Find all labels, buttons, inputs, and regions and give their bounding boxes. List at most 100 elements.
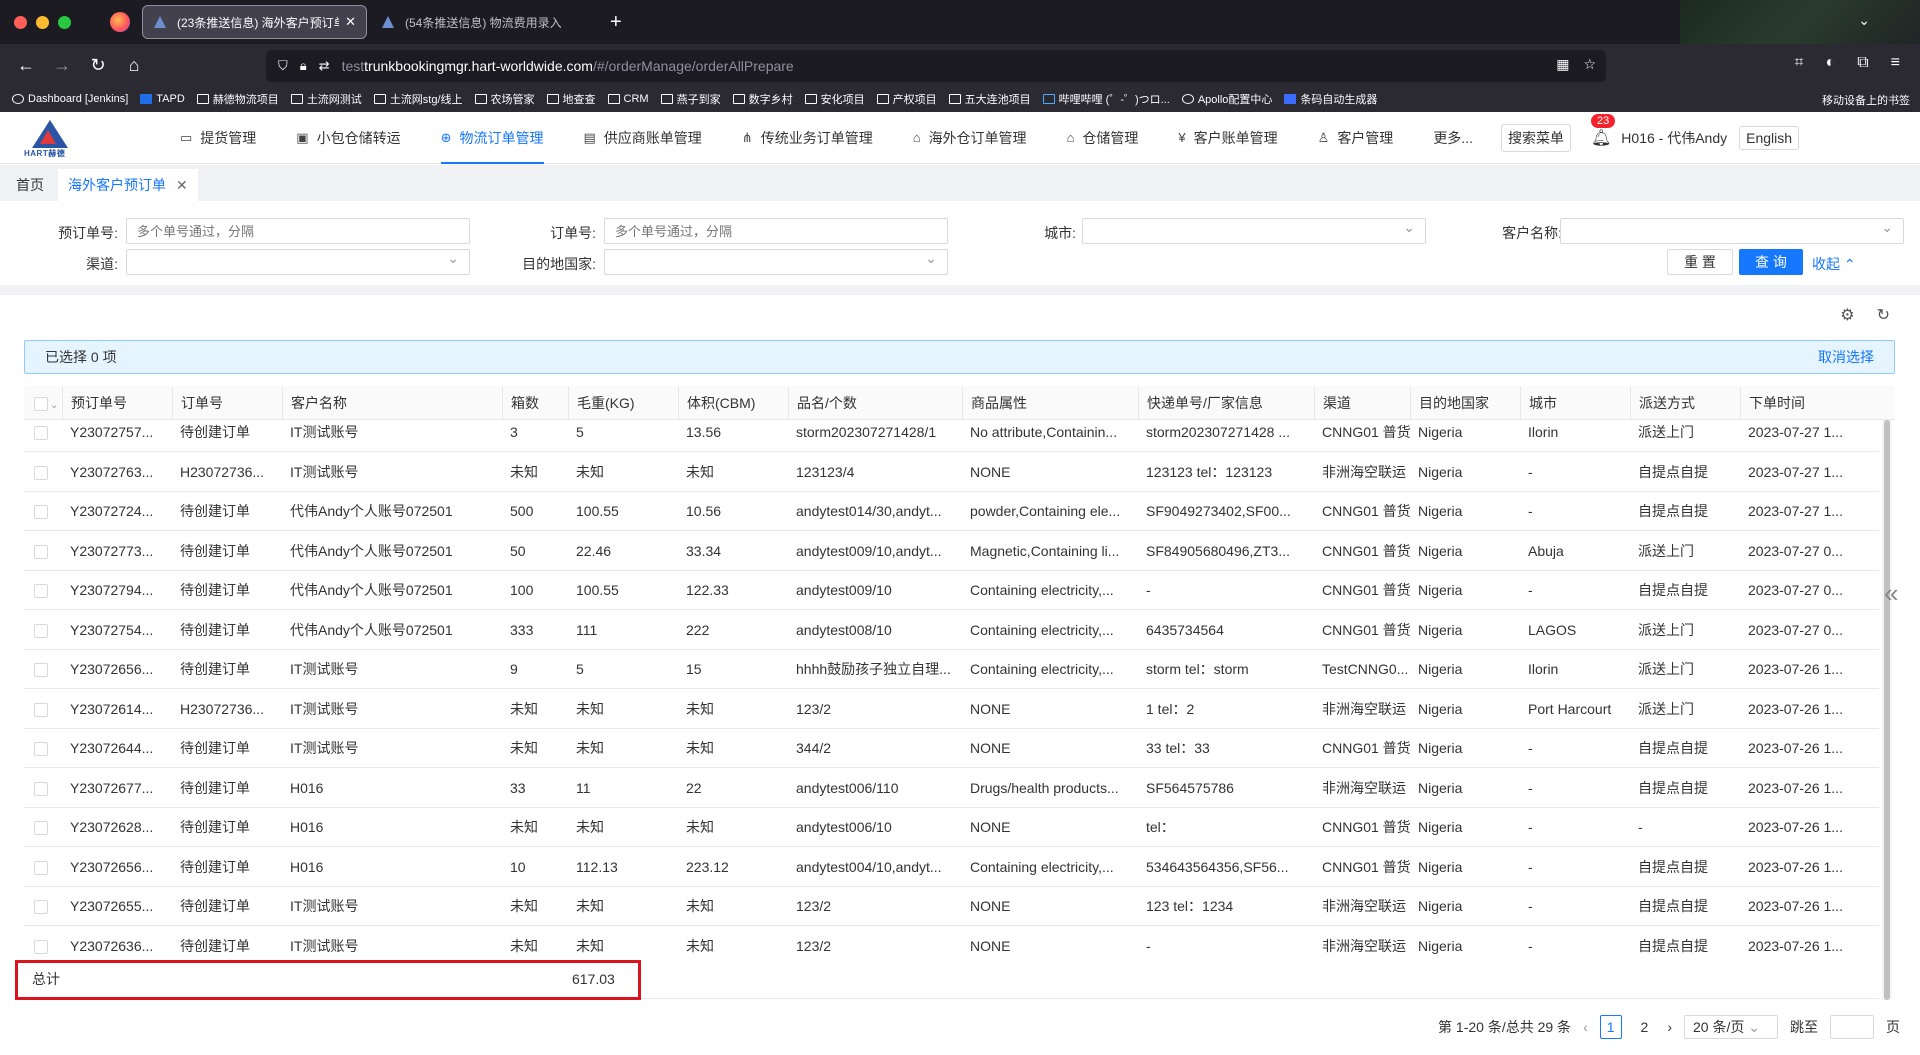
bookmark-folder[interactable]: 安化项目	[804, 91, 865, 107]
checkbox[interactable]	[34, 505, 48, 520]
bookmark-item[interactable]: 哔哩哔哩 (゜-゜)つロ...	[1042, 91, 1170, 107]
column-header[interactable]: 箱数	[502, 386, 568, 420]
jump-page-input[interactable]	[1830, 1015, 1874, 1039]
row-checkbox[interactable]	[24, 848, 62, 887]
table-row[interactable]: Y23072614... H23072736... IT测试账号 未知 未知 未知 123/…	[24, 690, 1879, 729]
hart-logo[interactable]: HART赫德	[20, 118, 80, 158]
maximize-window-button[interactable]	[58, 15, 71, 29]
checkbox[interactable]	[34, 860, 48, 875]
bookmark-folder[interactable]: CRM	[607, 93, 649, 105]
close-icon[interactable]: ✕	[345, 14, 356, 30]
tab-home[interactable]: 首页	[6, 169, 54, 201]
page-2-button[interactable]: 2	[1634, 1015, 1656, 1039]
tab-overseas-prebooking[interactable]: 海外客户预订单 ✕	[58, 169, 198, 201]
back-arrow-icon[interactable]: ←	[8, 55, 44, 76]
row-checkbox[interactable]	[24, 532, 62, 571]
table-row[interactable]: Y23072656... 待创建订单 IT测试账号 9 5 15 hhhh鼓励孩子独立自理.…	[24, 650, 1879, 689]
column-header[interactable]: 下单时间	[1740, 386, 1895, 420]
reload-icon[interactable]: ↻	[80, 55, 116, 76]
checkbox[interactable]	[34, 702, 48, 717]
checkbox[interactable]	[34, 781, 48, 796]
bookmark-item[interactable]: 条码自动生成器	[1284, 91, 1377, 107]
row-checkbox[interactable]	[24, 420, 62, 452]
bookmark-star-icon[interactable]: ☆	[1583, 56, 1596, 73]
checkbox[interactable]	[34, 623, 48, 638]
menu-item-customer-bills[interactable]: ¥ 客户账单管理	[1178, 112, 1277, 164]
screenshot-icon[interactable]: ⌗	[1795, 54, 1804, 72]
checkbox[interactable]	[34, 821, 48, 836]
row-checkbox[interactable]	[24, 453, 62, 492]
notification-bell-icon[interactable]: 🔔︎ 23	[1590, 113, 1616, 148]
search-menu-button[interactable]: 搜索菜单	[1500, 123, 1571, 152]
row-checkbox[interactable]	[24, 769, 62, 808]
table-row[interactable]: Y23072754... 待创建订单 代伟Andy个人账号072501 333 111 2…	[24, 611, 1879, 650]
row-checkbox[interactable]	[24, 927, 62, 958]
customer-select[interactable]	[1560, 218, 1904, 244]
row-checkbox[interactable]	[24, 690, 62, 729]
column-header[interactable]: 预订单号	[62, 386, 172, 420]
checkbox[interactable]	[34, 397, 48, 412]
row-checkbox[interactable]	[24, 611, 62, 650]
checkbox[interactable]	[34, 584, 48, 599]
browser-tab-inactive[interactable]: (54条推送信息) 物流费用录入	[371, 5, 596, 39]
column-header[interactable]: 派送方式	[1630, 386, 1740, 420]
bookmark-item[interactable]: Dashboard [Jenkins]	[12, 93, 128, 105]
bookmark-item[interactable]: TAPD	[140, 93, 185, 105]
column-header[interactable]: 体积(CBM)	[678, 386, 788, 420]
page-1-button[interactable]: 1	[1599, 1015, 1622, 1039]
column-header[interactable]: 毛重(KG)	[568, 386, 678, 420]
column-header[interactable]: 商品属性	[962, 386, 1138, 420]
row-checkbox[interactable]	[24, 492, 62, 531]
country-select[interactable]	[604, 249, 948, 275]
checkbox[interactable]	[34, 544, 48, 559]
channel-select[interactable]	[126, 249, 470, 275]
table-row[interactable]: Y23072636... 待创建订单 IT测试账号 未知 未知 未知 123/2 NONE - 非…	[24, 927, 1879, 958]
reset-button[interactable]: 重 置	[1667, 249, 1733, 275]
url-bar[interactable]: ⛉ 🔒︎ ⇄ test trunkbookingmgr.hart-worldwid…	[266, 50, 1606, 82]
bookmark-folder[interactable]: 五大连池项目	[948, 91, 1031, 107]
bookmark-folder[interactable]: 土流网测试	[290, 91, 362, 107]
table-row[interactable]: Y23072773... 待创建订单 代伟Andy个人账号072501 50 22.46…	[24, 532, 1879, 571]
qr-code-icon[interactable]: ▦	[1556, 56, 1569, 73]
checkbox[interactable]	[34, 939, 48, 954]
table-row[interactable]: Y23072677... 待创建订单 H016 33 11 22 andytest006/1…	[24, 769, 1879, 808]
select-all-checkbox[interactable]: ⌄	[24, 386, 62, 420]
new-tab-button[interactable]: +	[600, 11, 632, 34]
menu-icon[interactable]: ≡	[1891, 54, 1900, 72]
table-row[interactable]: Y23072628... 待创建订单 H016 未知 未知 未知 andytest006/1…	[24, 808, 1879, 847]
bookmark-folder[interactable]: 赫德物流项目	[196, 91, 279, 107]
column-header[interactable]: 品名/个数	[788, 386, 962, 420]
bookmark-item[interactable]: Apollo配置中心	[1181, 91, 1272, 107]
menu-more[interactable]: 更多...	[1433, 112, 1473, 164]
close-window-button[interactable]	[14, 15, 27, 29]
browser-tab-active[interactable]: (23条推送信息) 海外客户预订单 ✕	[142, 5, 367, 39]
bookmark-folder[interactable]: 燕子到家	[660, 91, 721, 107]
chevron-down-icon[interactable]: ⌄	[1858, 12, 1870, 29]
forward-arrow-icon[interactable]: →	[44, 55, 80, 76]
column-header[interactable]: 目的地国家	[1410, 386, 1520, 420]
table-row[interactable]: Y23072757... 待创建订单 IT测试账号 3 5 13.56 storm20230…	[24, 420, 1879, 452]
mobile-bookmarks[interactable]: 移动设备上的书签	[1822, 92, 1910, 108]
bookmark-folder[interactable]: 地查查	[546, 91, 596, 107]
language-button[interactable]: English	[1739, 125, 1800, 150]
menu-item-supplier-bills[interactable]: ▤ 供应商账单管理	[584, 112, 702, 164]
column-header[interactable]: 渠道	[1314, 386, 1410, 420]
column-header[interactable]: 城市	[1520, 386, 1630, 420]
cancel-selection-link[interactable]: 取消选择	[1818, 347, 1874, 367]
user-name[interactable]: H016 - 代伟Andy	[1621, 128, 1727, 148]
bookmark-folder[interactable]: 农场管家	[474, 91, 535, 107]
checkbox[interactable]	[34, 426, 48, 441]
close-icon[interactable]: ✕	[176, 177, 188, 194]
chevron-right-icon[interactable]: ›	[1667, 1019, 1672, 1035]
bookmark-folder[interactable]: 数字乡村	[732, 91, 793, 107]
bookmark-folder[interactable]: 产权项目	[876, 91, 937, 107]
menu-item-pickup[interactable]: ▭ 提货管理	[180, 112, 256, 164]
menu-item-overseas-warehouse[interactable]: ⌂ 海外仓订单管理	[913, 112, 1027, 164]
scrollbar-thumb[interactable]	[1884, 420, 1890, 1000]
table-row[interactable]: Y23072644... 待创建订单 IT测试账号 未知 未知 未知 344/2 NONE 33…	[24, 729, 1879, 768]
column-header[interactable]: 快递单号/厂家信息	[1138, 386, 1314, 420]
refresh-icon[interactable]: ↻	[1877, 305, 1890, 325]
query-button[interactable]: 查 询	[1739, 249, 1803, 275]
menu-item-customers[interactable]: ♙ 客户管理	[1318, 112, 1394, 164]
column-header[interactable]: 客户名称	[282, 386, 502, 420]
